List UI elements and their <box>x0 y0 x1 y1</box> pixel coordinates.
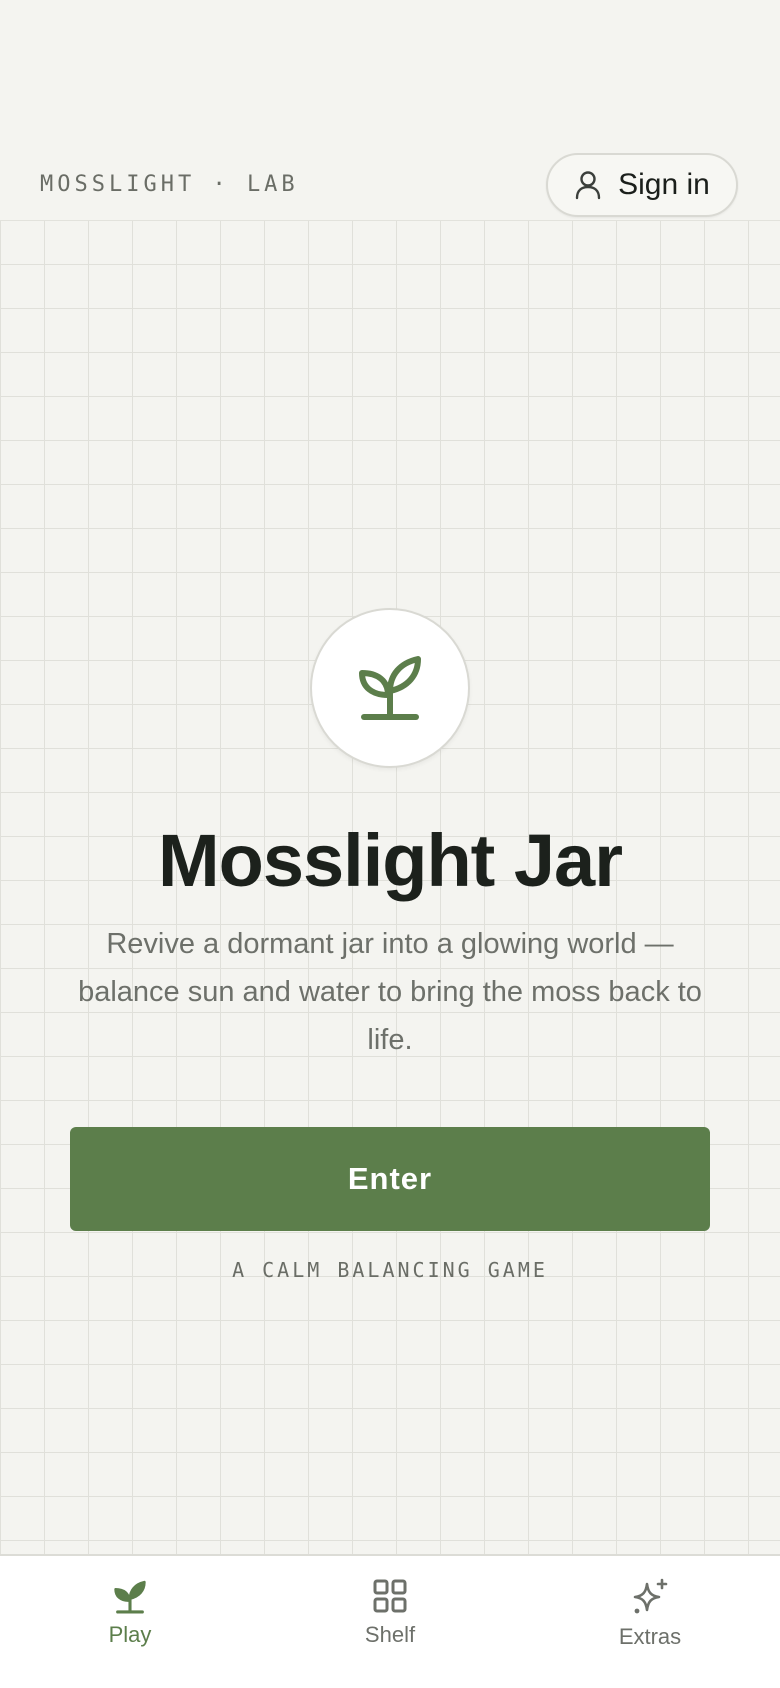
top-bar: MOSSLIGHT · LAB Sign in <box>0 0 780 221</box>
bottom-nav: Play Shelf Extras <box>0 1554 780 1688</box>
nav-label-shelf: Shelf <box>364 1622 416 1647</box>
nav-label-play: Play <box>108 1622 152 1647</box>
enter-button[interactable]: Enter <box>70 1127 710 1231</box>
sign-in-label: Sign in <box>618 168 710 201</box>
sprout-icon <box>358 651 422 726</box>
user-icon <box>574 170 602 200</box>
sparkle-icon <box>631 1578 669 1616</box>
page-subtitle: Revive a dormant jar into a glowing worl… <box>78 928 702 1056</box>
nav-label-extras: Extras <box>618 1624 682 1649</box>
hero-sprout-badge <box>310 608 470 768</box>
nav-item-extras[interactable]: Extras <box>520 1556 780 1688</box>
app-screen: MOSSLIGHT · LAB Sign in Mosslight Jar Re… <box>0 0 780 1688</box>
tagline: A CALM BALANCING GAME <box>232 1258 548 1282</box>
grid-icon <box>372 1578 408 1614</box>
page-title: Mosslight Jar <box>158 819 623 902</box>
nav-item-play[interactable]: Play <box>0 1556 260 1688</box>
nav-item-shelf[interactable]: Shelf <box>260 1556 520 1688</box>
sprout-icon <box>113 1578 147 1614</box>
brand-label: MOSSLIGHT · LAB <box>40 172 299 197</box>
sign-in-button[interactable]: Sign in <box>546 153 738 217</box>
